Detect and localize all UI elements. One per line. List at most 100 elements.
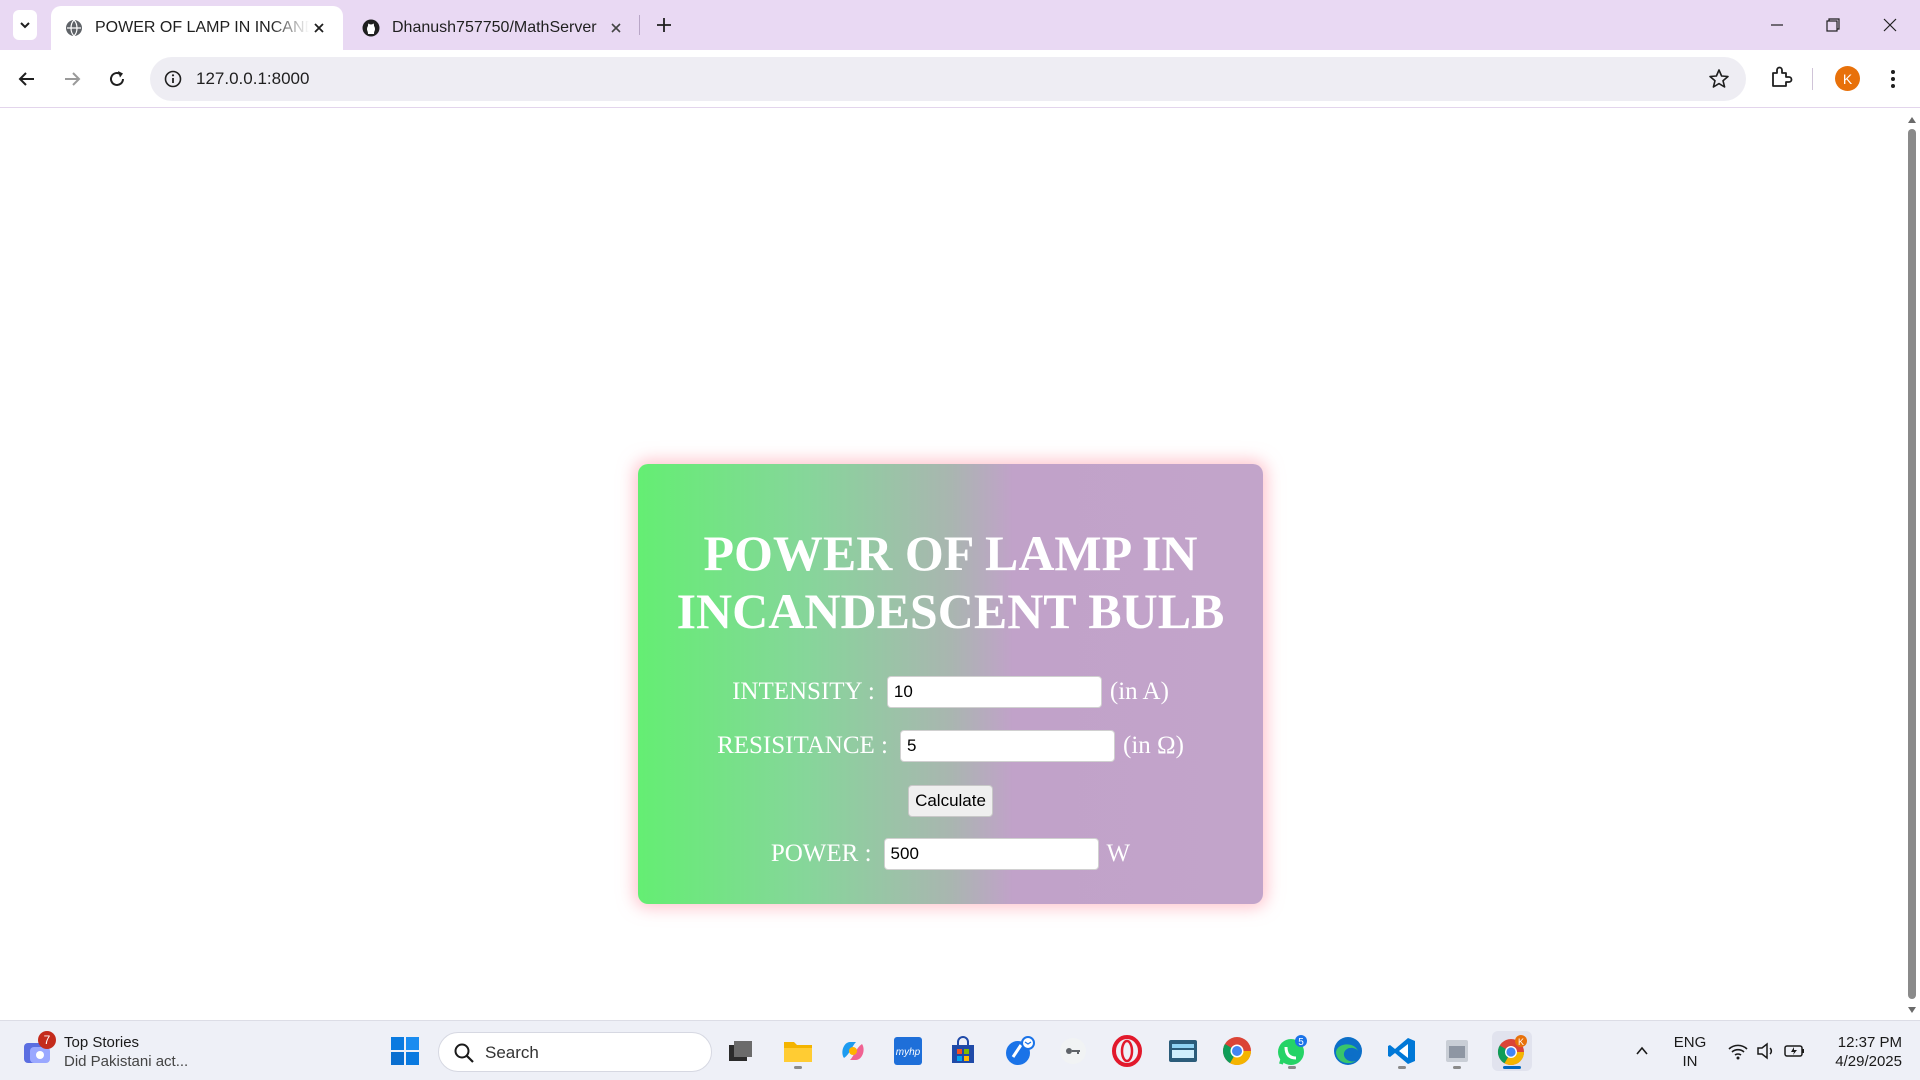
intensity-input[interactable] — [886, 676, 1102, 708]
chrome-active-button[interactable]: K — [1492, 1031, 1532, 1071]
show-hidden-icons-button[interactable] — [1630, 1031, 1654, 1071]
news-title: Top Stories — [64, 1034, 140, 1051]
task-view-button[interactable] — [720, 1031, 760, 1071]
browser-toolbar: 127.0.0.1:8000 — [0, 50, 1920, 108]
tab-close-button[interactable] — [606, 18, 626, 38]
toolbar-separator — [1812, 68, 1813, 90]
resistance-row: RESISITANCE : (in Ω) — [638, 730, 1263, 762]
arrow-right-icon — [65, 72, 81, 86]
mail-app-icon — [1006, 1036, 1035, 1065]
keyboard-app-button[interactable] — [1163, 1031, 1203, 1071]
page-scrollbar[interactable] — [1904, 109, 1920, 1020]
task-view-icon — [729, 1041, 752, 1061]
power-output[interactable] — [883, 838, 1099, 870]
tab-close-button[interactable] — [309, 18, 329, 38]
calculate-button[interactable]: Calculate — [908, 785, 993, 817]
ms-store-button[interactable] — [943, 1031, 983, 1071]
app-button[interactable] — [1437, 1031, 1477, 1071]
calculator-card: POWER OF LAMP IN INCANDESCENT BULB INTEN… — [638, 464, 1263, 904]
vscode-button[interactable] — [1382, 1031, 1422, 1071]
clock-time: 12:37 PM — [1837, 1034, 1902, 1051]
tab-mathserver[interactable]: Dhanush757750/MathServer — [348, 6, 640, 50]
language-region: IN — [1682, 1053, 1698, 1070]
info-icon — [164, 70, 182, 88]
tab-title: POWER OF LAMP IN INCANDESCENT BULB — [95, 19, 309, 36]
plus-icon — [657, 18, 671, 32]
battery-icon — [1784, 1045, 1804, 1057]
system-clock[interactable]: 12:37 PM 4/29/2025 — [1822, 1033, 1902, 1071]
wifi-icon — [1728, 1044, 1748, 1060]
running-indicator — [1453, 1066, 1461, 1069]
windows-logo-icon — [391, 1037, 419, 1065]
profile-avatar[interactable]: K — [1835, 66, 1860, 91]
kebab-menu-icon — [1891, 70, 1895, 88]
app-button[interactable] — [1053, 1031, 1093, 1071]
clock-date: 4/29/2025 — [1835, 1053, 1902, 1070]
resistance-label: RESISITANCE : — [717, 732, 888, 759]
github-icon — [362, 19, 380, 37]
edge-button[interactable] — [1328, 1031, 1368, 1071]
whatsapp-button[interactable]: 5 — [1272, 1031, 1312, 1071]
file-explorer-button[interactable] — [778, 1031, 818, 1071]
browser-menu-button[interactable] — [1883, 66, 1903, 92]
close-window-button[interactable] — [1877, 12, 1903, 38]
language-code: ENG — [1673, 1034, 1707, 1051]
close-icon — [1883, 18, 1897, 32]
chrome-icon: K — [1497, 1035, 1527, 1066]
chrome-button[interactable] — [1217, 1031, 1257, 1071]
active-indicator — [1503, 1066, 1521, 1069]
app-window-icon — [1446, 1040, 1468, 1062]
reload-button[interactable] — [102, 64, 132, 94]
scroll-down-arrow-icon[interactable] — [1907, 1005, 1917, 1015]
language-indicator[interactable]: ENG IN — [1670, 1033, 1710, 1071]
myhp-button[interactable]: myhp — [888, 1031, 928, 1071]
restore-icon — [1826, 18, 1840, 32]
back-button[interactable] — [12, 64, 42, 94]
tab-search-button[interactable] — [13, 10, 37, 40]
start-button[interactable] — [385, 1031, 425, 1071]
close-icon — [611, 23, 621, 33]
site-info-icon[interactable] — [162, 68, 184, 90]
scrollbar-thumb[interactable] — [1908, 129, 1916, 999]
power-unit: W — [1106, 840, 1131, 867]
address-bar[interactable]: 127.0.0.1:8000 — [150, 57, 1746, 101]
copilot-icon — [842, 1042, 864, 1060]
reload-icon — [110, 71, 124, 86]
intensity-row: INTENSITY : (in A) — [638, 676, 1263, 708]
tab-title: Dhanush757750/MathServer — [392, 19, 597, 36]
minimize-button[interactable] — [1764, 12, 1790, 38]
restore-button[interactable] — [1820, 12, 1846, 38]
quick-settings-button[interactable] — [1722, 1031, 1812, 1071]
news-subtitle: Did Pakistani act... — [64, 1053, 189, 1070]
opera-icon — [1112, 1035, 1142, 1067]
search-icon — [454, 1043, 474, 1063]
chevron-down-icon — [20, 22, 30, 29]
extensions-puzzle-icon[interactable] — [1768, 64, 1794, 90]
running-indicator — [1288, 1066, 1296, 1069]
forward-button[interactable] — [57, 64, 87, 94]
mail-app-button[interactable] — [1000, 1031, 1040, 1071]
opera-button[interactable] — [1107, 1031, 1147, 1071]
power-row: POWER : W — [638, 838, 1263, 870]
resistance-input[interactable] — [900, 730, 1115, 762]
news-badge: 7 — [38, 1031, 56, 1049]
url-text[interactable]: 127.0.0.1:8000 — [196, 69, 309, 89]
bookmark-star-icon[interactable] — [1708, 68, 1730, 90]
chrome-icon — [1223, 1037, 1251, 1065]
arrow-left-icon — [18, 72, 34, 86]
scroll-up-arrow-icon[interactable] — [1907, 115, 1917, 125]
tab-power-of-lamp[interactable]: POWER OF LAMP IN INCANDESCENT BULB — [51, 6, 343, 50]
running-indicator — [794, 1066, 802, 1069]
close-icon — [314, 23, 324, 33]
tab-separator — [639, 15, 640, 35]
taskbar-search[interactable]: Search — [438, 1032, 712, 1072]
globe-icon — [66, 19, 82, 37]
new-tab-button[interactable] — [652, 13, 676, 37]
folder-icon — [784, 1042, 812, 1062]
copilot-button[interactable] — [833, 1031, 873, 1071]
news-widget[interactable]: 7 Top Stories Did Pakistani act... — [22, 1031, 202, 1073]
minimize-icon — [1771, 24, 1783, 26]
intensity-unit: (in A) — [1109, 678, 1169, 705]
myhp-icon: myhp — [894, 1037, 922, 1065]
resistance-unit: (in Ω) — [1123, 732, 1184, 759]
